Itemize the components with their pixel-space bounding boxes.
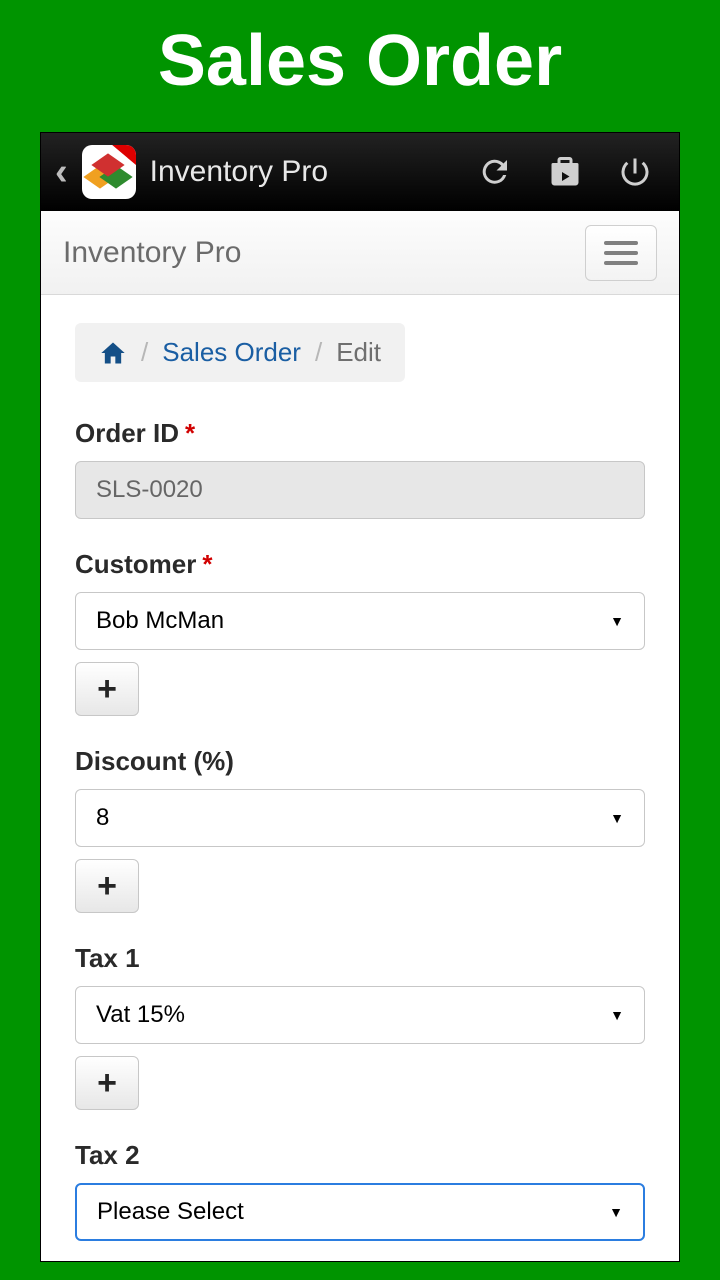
add-tax1-button[interactable]: +: [75, 1056, 139, 1110]
app-bar: ‹ Inventory Pro: [41, 133, 679, 211]
menu-toggle[interactable]: [585, 225, 657, 281]
discount-value: 8: [96, 804, 109, 832]
back-icon[interactable]: ‹: [55, 153, 68, 191]
label-text: Customer: [75, 549, 196, 580]
label-text: Tax 1: [75, 943, 140, 974]
tax1-value: Vat 15%: [96, 1001, 185, 1029]
tax1-select[interactable]: Vat 15% ▼: [75, 986, 645, 1044]
breadcrumb-separator: /: [141, 337, 148, 368]
content: / Sales Order / Edit Order ID * SLS-0020…: [41, 295, 679, 1262]
discount-label: Discount (%): [75, 746, 645, 777]
chevron-down-icon: ▼: [610, 613, 624, 629]
breadcrumb: / Sales Order / Edit: [75, 323, 405, 382]
order-id-input[interactable]: SLS-0020: [75, 461, 645, 519]
power-icon[interactable]: [605, 142, 665, 202]
breadcrumb-current: Edit: [336, 337, 381, 368]
required-asterisk: *: [202, 549, 212, 580]
hero-title: Sales Order: [0, 0, 720, 132]
tax1-label: Tax 1: [75, 943, 645, 974]
subheader: Inventory Pro: [41, 211, 679, 295]
appbar-title: Inventory Pro: [150, 155, 328, 189]
chevron-down-icon: ▼: [609, 1204, 623, 1220]
store-icon[interactable]: [535, 142, 595, 202]
form: Order ID * SLS-0020 Customer * Bob McMan…: [75, 418, 645, 1241]
field-discount: Discount (%) 8 ▼ +: [75, 746, 645, 913]
add-discount-button[interactable]: +: [75, 859, 139, 913]
customer-value: Bob McMan: [96, 607, 224, 635]
breadcrumb-separator: /: [315, 337, 322, 368]
label-text: Discount (%): [75, 746, 234, 777]
chevron-down-icon: ▼: [610, 1007, 624, 1023]
breadcrumb-link[interactable]: Sales Order: [162, 337, 301, 368]
home-icon[interactable]: [99, 339, 127, 367]
order-id-label: Order ID *: [75, 418, 645, 449]
app-logo: [82, 145, 136, 199]
tax2-value: Please Select: [97, 1198, 244, 1226]
label-text: Order ID: [75, 418, 179, 449]
field-tax2: Tax 2 Please Select ▼: [75, 1140, 645, 1241]
field-tax1: Tax 1 Vat 15% ▼ +: [75, 943, 645, 1110]
field-customer: Customer * Bob McMan ▼ +: [75, 549, 645, 716]
add-customer-button[interactable]: +: [75, 662, 139, 716]
field-order-id: Order ID * SLS-0020: [75, 418, 645, 519]
tax2-label: Tax 2: [75, 1140, 645, 1171]
required-asterisk: *: [185, 418, 195, 449]
subheader-title: Inventory Pro: [63, 236, 241, 270]
tax2-select[interactable]: Please Select ▼: [75, 1183, 645, 1241]
discount-select[interactable]: 8 ▼: [75, 789, 645, 847]
chevron-down-icon: ▼: [610, 810, 624, 826]
customer-select[interactable]: Bob McMan ▼: [75, 592, 645, 650]
order-id-value: SLS-0020: [96, 476, 203, 504]
refresh-icon[interactable]: [465, 142, 525, 202]
app-shell: ‹ Inventory Pro Inventory Pro / Sales Or: [40, 132, 680, 1262]
customer-label: Customer *: [75, 549, 645, 580]
label-text: Tax 2: [75, 1140, 140, 1171]
